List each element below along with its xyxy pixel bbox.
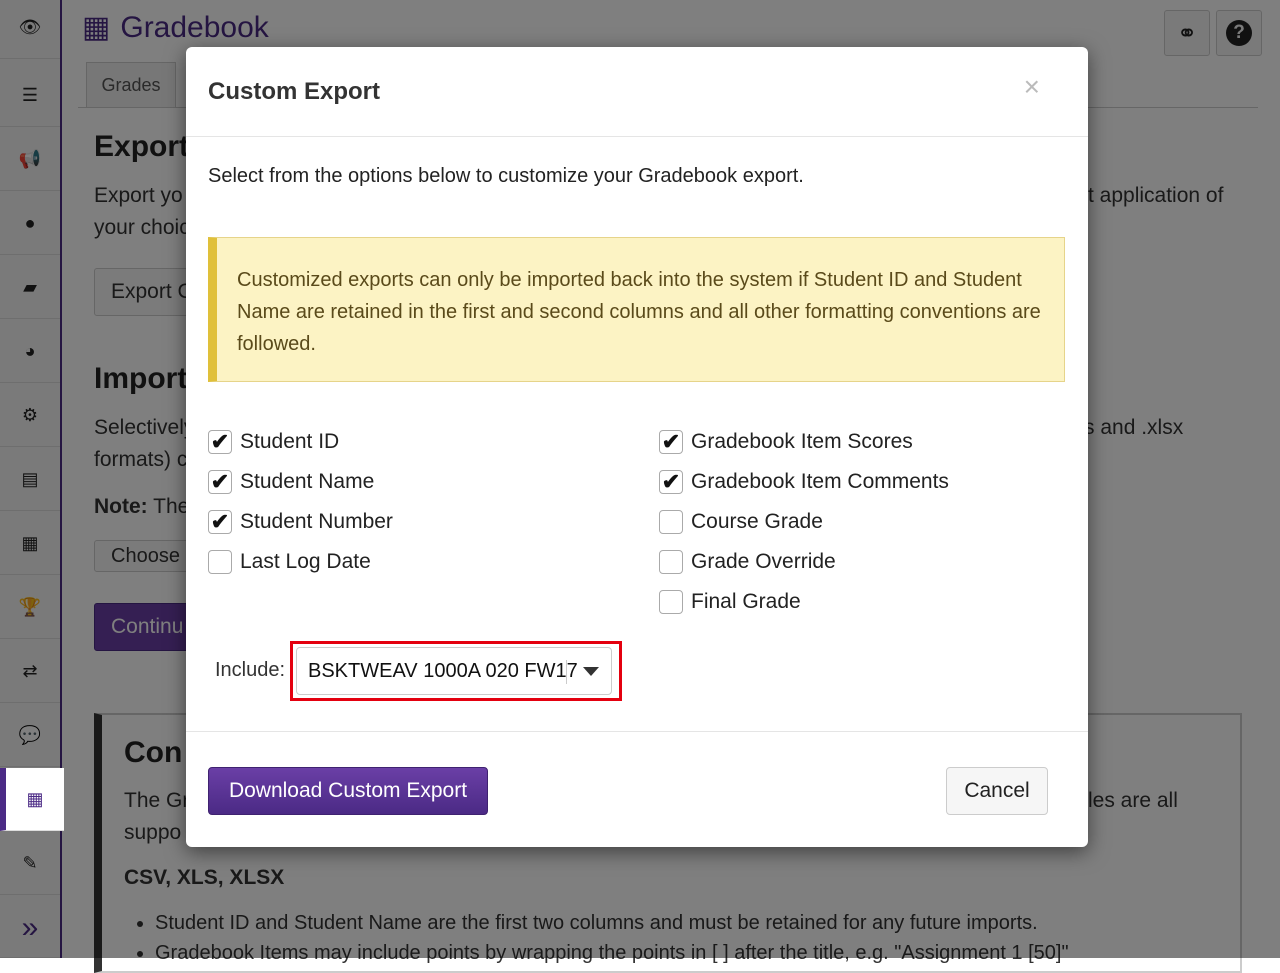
modal-intro: Select from the options below to customi…: [208, 165, 804, 187]
checkbox-label: Last Log Date: [240, 550, 371, 573]
checkbox-student-name[interactable]: ✔ Student Name: [208, 470, 374, 494]
modal-footer-divider: [186, 731, 1088, 732]
checkmark-icon: ✔: [210, 429, 230, 454]
include-select-value: BSKTWEAV 1000A 020 FW17: [308, 659, 578, 682]
checkbox-box[interactable]: ✔: [208, 430, 232, 454]
checkbox-label: Gradebook Item Comments: [691, 470, 949, 493]
warning-alert: Customized exports can only be imported …: [208, 237, 1065, 382]
checkbox-last-log-date[interactable]: Last Log Date: [208, 550, 371, 574]
checkbox-grade-override[interactable]: Grade Override: [659, 550, 836, 574]
custom-export-modal: Custom Export × Select from the options …: [186, 47, 1088, 847]
checkbox-box[interactable]: [659, 590, 683, 614]
checkmark-icon: ✔: [210, 469, 230, 494]
checkbox-box[interactable]: ✔: [208, 510, 232, 534]
checkbox-label: Gradebook Item Scores: [691, 430, 913, 453]
checkbox-box[interactable]: [659, 510, 683, 534]
download-custom-export-button[interactable]: Download Custom Export: [208, 767, 488, 815]
cancel-button[interactable]: Cancel: [946, 767, 1048, 815]
checkmark-icon: ✔: [661, 469, 681, 494]
checkbox-box[interactable]: ✔: [659, 470, 683, 494]
checkbox-course-grade[interactable]: Course Grade: [659, 510, 823, 534]
checkbox-gradebook-item-comments[interactable]: ✔ Gradebook Item Comments: [659, 470, 949, 494]
checkbox-box[interactable]: ✔: [659, 430, 683, 454]
checkbox-box[interactable]: [208, 550, 232, 574]
include-select[interactable]: BSKTWEAV 1000A 020 FW17: [296, 647, 612, 695]
checkbox-box[interactable]: ✔: [208, 470, 232, 494]
select-divider: [566, 660, 567, 684]
checkbox-label: Course Grade: [691, 510, 823, 533]
checkbox-label: Student ID: [240, 430, 340, 453]
sidebar-item-gradebook-table[interactable]: ▦: [0, 768, 64, 831]
caret-down-icon: [583, 667, 599, 676]
checkbox-label: Student Number: [240, 510, 393, 533]
gradebook-table-icon: ▦: [26, 788, 44, 809]
checkbox-student-number[interactable]: ✔ Student Number: [208, 510, 393, 534]
checkbox-gradebook-item-scores[interactable]: ✔ Gradebook Item Scores: [659, 430, 913, 454]
modal-header: Custom Export ×: [186, 47, 1088, 137]
close-icon[interactable]: ×: [1024, 71, 1040, 103]
checkbox-box[interactable]: [659, 550, 683, 574]
checkbox-label: Student Name: [240, 470, 375, 493]
checkbox-label: Grade Override: [691, 550, 836, 573]
include-label: Include:: [215, 659, 286, 681]
checkmark-icon: ✔: [661, 429, 681, 454]
checkmark-icon: ✔: [210, 509, 230, 534]
checkbox-student-id[interactable]: ✔ Student ID: [208, 430, 339, 454]
checkbox-final-grade[interactable]: Final Grade: [659, 590, 801, 614]
checkbox-label: Final Grade: [691, 590, 801, 613]
modal-title: Custom Export: [208, 78, 381, 105]
